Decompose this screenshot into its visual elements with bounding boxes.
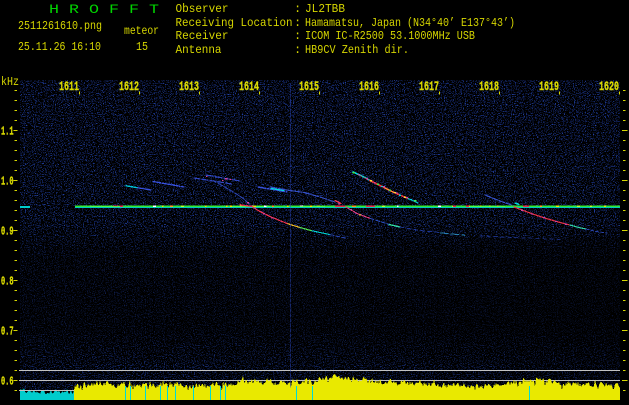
svg-text:Antenna: Antenna [176,43,222,57]
svg-text:kHz: kHz [1,75,19,89]
svg-text:2511261610.png: 2511261610.png [18,19,102,33]
svg-text:1611: 1611 [59,79,79,94]
svg-text:1612: 1612 [119,79,139,94]
svg-text:Observer: Observer [176,2,229,16]
svg-text:ICOM IC-R2500 53.1000MHz USB: ICOM IC-R2500 53.1000MHz USB [305,29,475,43]
svg-text:0.7: 0.7 [1,325,14,339]
svg-text:1620: 1620 [599,79,619,94]
svg-text:1614: 1614 [239,79,259,94]
svg-text:Receiving Location: Receiving Location [176,16,293,30]
svg-text:0.6: 0.6 [1,375,14,389]
svg-text:H R O F F T: H R O F F T [49,2,159,17]
svg-text:JL2TBB: JL2TBB [305,2,345,16]
svg-text:1.1: 1.1 [1,125,14,139]
svg-text:HB9CV Zenith dir.: HB9CV Zenith dir. [305,43,409,57]
svg-text::: : [294,43,301,57]
svg-text::: : [294,16,301,30]
svg-text:1618: 1618 [479,79,499,94]
svg-text:15: 15 [136,40,148,54]
svg-text:1613: 1613 [179,79,199,94]
svg-text:0.8: 0.8 [1,275,14,289]
svg-text:1616: 1616 [359,79,379,94]
svg-text:1615: 1615 [299,79,319,94]
svg-text:Receiver: Receiver [176,29,229,43]
svg-text:Hamamatsu, Japan (N34°40’ E137: Hamamatsu, Japan (N34°40’ E137°43’) [305,16,515,30]
svg-text:1617: 1617 [419,79,439,94]
svg-text::: : [294,2,301,16]
svg-text:0.9: 0.9 [1,225,14,239]
svg-text:1.0: 1.0 [1,175,14,189]
svg-text:1619: 1619 [539,79,559,94]
svg-text:meteor: meteor [124,24,159,38]
svg-text:25.11.26 16:10: 25.11.26 16:10 [18,40,101,54]
svg-text::: : [294,29,301,43]
